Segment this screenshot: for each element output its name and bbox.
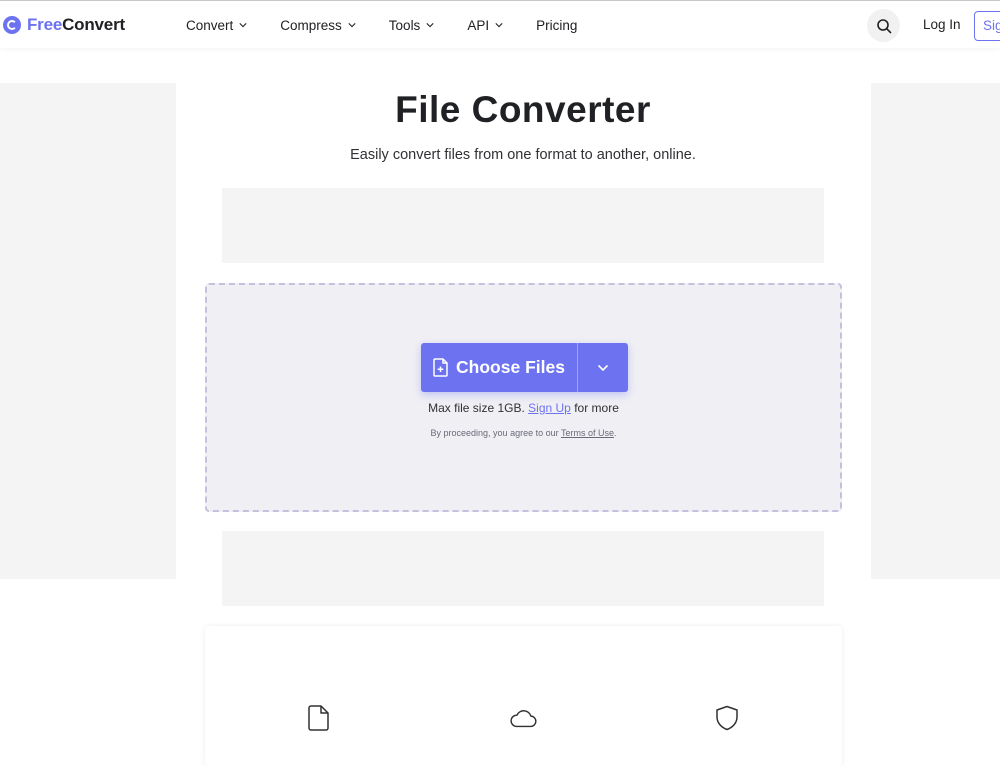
file-plus-icon: [433, 358, 448, 377]
brand-name: FreeConvert: [27, 15, 125, 35]
shield-icon: [713, 704, 741, 732]
chevron-down-icon: [597, 364, 609, 371]
terms-suffix: .: [613, 428, 617, 438]
page-subtitle: Easily convert files from one format to …: [350, 147, 696, 163]
cloud-icon: [509, 704, 537, 732]
signup-button[interactable]: Sig: [974, 11, 1000, 41]
choose-files-label: Choose Files: [456, 357, 565, 377]
nav-item-compress[interactable]: Compress: [280, 18, 356, 33]
max-size-text: Max file size 1GB.: [428, 401, 525, 415]
bottom-ad-banner: [222, 531, 824, 606]
top-navigation-bar: FreeConvert Convert Compress Tools API P…: [0, 0, 1000, 48]
nav-item-api[interactable]: API: [467, 18, 503, 33]
chevron-down-icon: [426, 23, 434, 28]
chevron-down-icon: [239, 23, 247, 28]
choose-files-button-group: Choose Files: [421, 343, 628, 392]
nav-item-label: Convert: [186, 17, 234, 33]
nav-item-tools[interactable]: Tools: [389, 18, 435, 33]
nav-item-label: API: [467, 17, 490, 33]
search-icon: [876, 18, 891, 33]
terms-note: By proceeding, you agree to our Terms of…: [207, 428, 840, 438]
login-link[interactable]: Log In: [923, 17, 961, 32]
file-drop-zone[interactable]: Choose Files Max file size 1GB. Sign Up …: [205, 283, 842, 512]
nav-item-pricing[interactable]: Pricing: [536, 18, 577, 33]
signup-link[interactable]: Sign Up: [528, 401, 571, 415]
features-card: [205, 626, 842, 766]
search-button[interactable]: [867, 9, 900, 42]
brand-name-free: Free: [27, 15, 63, 34]
top-ad-banner: [222, 188, 824, 263]
brand-name-convert: Convert: [62, 15, 125, 34]
max-file-size-note: Max file size 1GB. Sign Up for more: [207, 401, 840, 415]
brand-logo[interactable]: FreeConvert: [3, 15, 125, 35]
terms-of-use-link[interactable]: Terms of Use: [561, 428, 614, 438]
chevron-down-icon: [495, 23, 503, 28]
nav-item-label: Pricing: [536, 17, 578, 33]
upload-source-dropdown-button[interactable]: [578, 343, 628, 392]
choose-files-button[interactable]: Choose Files: [421, 343, 578, 392]
main-nav: Convert Compress Tools API Pricing: [186, 15, 610, 35]
freeconvert-logo-icon: [3, 16, 21, 34]
nav-item-convert[interactable]: Convert: [186, 18, 247, 33]
nav-item-label: Compress: [280, 17, 342, 33]
nav-item-label: Tools: [388, 17, 421, 33]
terms-prefix: By proceeding, you agree to our: [430, 428, 559, 438]
max-size-suffix: for more: [574, 401, 619, 415]
chevron-down-icon: [348, 23, 356, 28]
page-title: File Converter: [395, 89, 651, 130]
file-icon: [305, 704, 333, 732]
